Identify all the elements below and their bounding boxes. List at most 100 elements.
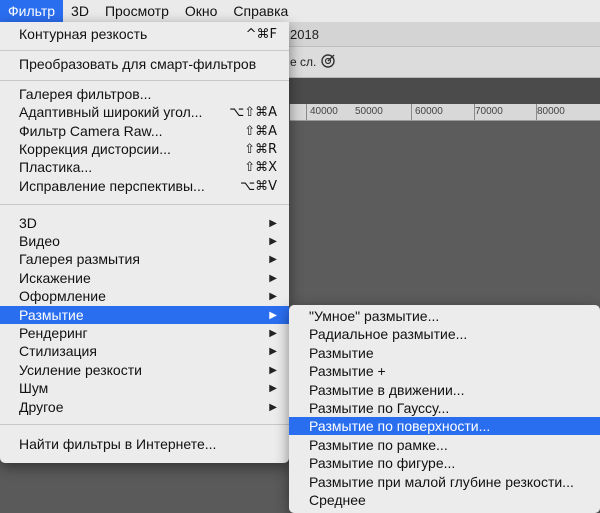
ruler-label: 70000	[475, 106, 503, 117]
submenu-item-box-blur[interactable]: Размытие по рамке...	[289, 436, 600, 454]
submenu-item-average[interactable]: Среднее	[289, 491, 600, 509]
menubar-item-view[interactable]: Просмотр	[97, 0, 177, 22]
menu-item-blur-gallery[interactable]: Галерея размытия ▶	[0, 250, 289, 268]
menu-item-convert-smart-filters[interactable]: Преобразовать для смарт-фильтров	[0, 55, 289, 73]
submenu-item-motion-blur[interactable]: Размытие в движении...	[289, 381, 600, 399]
ruler-label: 80000	[537, 106, 565, 117]
menu-item-distort[interactable]: Искажение ▶	[0, 269, 289, 287]
ruler-tick	[306, 104, 307, 120]
menu-item-shortcut: ⌥⇧⌘A	[229, 104, 277, 120]
menu-item-label: "Умное" размытие...	[309, 308, 440, 324]
ruler-label: 60000	[415, 106, 443, 117]
menu-item-label: Галерея размытия	[19, 251, 140, 267]
menu-item-shortcut: ⇧⌘R	[244, 141, 277, 157]
menu-item-browse-filters-online[interactable]: Найти фильтры в Интернете...	[0, 435, 289, 453]
menubar-item-help[interactable]: Справка	[225, 0, 296, 22]
submenu-item-lens-blur[interactable]: Размытие при малой глубине резкости...	[289, 473, 600, 491]
menubar-item-filter[interactable]: Фильтр	[0, 0, 64, 22]
submenu-arrow-icon: ▶	[269, 327, 277, 339]
menu-item-3d[interactable]: 3D ▶	[0, 214, 289, 232]
menu-item-label: Коррекция дисторсии...	[19, 141, 171, 157]
menu-item-shortcut: ⇧⌘X	[244, 159, 277, 175]
menu-item-stylize[interactable]: Стилизация ▶	[0, 342, 289, 360]
submenu-arrow-icon: ▶	[269, 382, 277, 394]
menu-separator	[0, 50, 289, 51]
submenu-item-shape-blur[interactable]: Размытие по фигуре...	[289, 454, 600, 472]
menu-item-shortcut: ⌥⌘V	[240, 178, 277, 194]
target-icon[interactable]	[320, 53, 336, 69]
menu-item-label: Искажение	[19, 270, 91, 286]
menu-item-label: Фильтр Camera Raw...	[19, 123, 163, 139]
menu-separator	[0, 80, 289, 81]
submenu-item-gaussian-blur[interactable]: Размытие по Гауссу...	[289, 399, 600, 417]
menu-item-label: Размытие в движении...	[309, 382, 465, 398]
submenu-arrow-icon: ▶	[269, 364, 277, 376]
menu-item-sharpen[interactable]: Усиление резкости ▶	[0, 361, 289, 379]
menu-item-liquify[interactable]: Пластика... ⇧⌘X	[0, 158, 289, 176]
menu-item-camera-raw[interactable]: Фильтр Camera Raw... ⇧⌘A	[0, 122, 289, 140]
submenu-arrow-icon: ▶	[269, 401, 277, 413]
menu-item-label: Шум	[19, 380, 49, 396]
submenu-arrow-icon: ▶	[269, 253, 277, 265]
menu-item-label: Адаптивный широкий угол...	[19, 104, 203, 120]
menu-item-label: Найти фильтры в Интернете...	[19, 436, 217, 452]
document-title-fragment: 2018	[290, 27, 319, 42]
menu-item-shortcut: ⇧⌘A	[244, 123, 277, 139]
menu-item-vanishing-point[interactable]: Исправление перспективы... ⌥⌘V	[0, 177, 289, 195]
menu-item-label: Размытие по рамке...	[309, 437, 448, 453]
menu-item-label: Видео	[19, 233, 60, 249]
menu-separator	[0, 204, 289, 205]
menu-item-label: Другое	[19, 399, 64, 415]
menu-item-unsharp-mask[interactable]: Контурная резкость ^⌘F	[0, 25, 289, 43]
options-label: е сл.	[290, 55, 317, 69]
menu-item-label: Галерея фильтров...	[19, 86, 152, 102]
menu-item-label: Преобразовать для смарт-фильтров	[19, 56, 257, 72]
ruler-label: 50000	[355, 106, 383, 117]
menu-item-lens-correction[interactable]: Коррекция дисторсии... ⇧⌘R	[0, 140, 289, 158]
menu-item-label: Контурная резкость	[19, 26, 148, 42]
filter-menu: Контурная резкость ^⌘F Преобразовать для…	[0, 22, 289, 463]
submenu-arrow-icon: ▶	[269, 345, 277, 357]
menu-item-video[interactable]: Видео ▶	[0, 232, 289, 250]
menu-item-label: Рендеринг	[19, 325, 88, 341]
menu-item-filter-gallery[interactable]: Галерея фильтров...	[0, 85, 289, 103]
menu-item-shortcut: ^⌘F	[245, 26, 277, 42]
menu-item-adaptive-wide-angle[interactable]: Адаптивный широкий угол... ⌥⇧⌘A	[0, 103, 289, 121]
menu-item-pixelate[interactable]: Оформление ▶	[0, 287, 289, 305]
menu-bar: Фильтр 3D Просмотр Окно Справка	[0, 0, 600, 22]
menu-item-label: Пластика...	[19, 159, 93, 175]
menu-item-label: Усиление резкости	[19, 362, 142, 378]
submenu-item-blur-more[interactable]: Размытие +	[289, 362, 600, 380]
menu-item-label: Размытие по фигуре...	[309, 455, 456, 471]
menu-item-noise[interactable]: Шум ▶	[0, 379, 289, 397]
submenu-item-smart-blur[interactable]: "Умное" размытие...	[289, 307, 600, 325]
menu-item-label: Стилизация	[19, 343, 97, 359]
menu-item-blur[interactable]: Размытие ▶	[0, 306, 289, 324]
submenu-arrow-icon: ▶	[269, 309, 277, 321]
submenu-item-blur[interactable]: Размытие	[289, 344, 600, 362]
submenu-item-surface-blur[interactable]: Размытие по поверхности...	[289, 417, 600, 435]
menu-item-label: 3D	[19, 215, 37, 231]
menu-item-label: Исправление перспективы...	[19, 178, 205, 194]
submenu-arrow-icon: ▶	[269, 235, 277, 247]
submenu-arrow-icon: ▶	[269, 290, 277, 302]
menubar-item-window[interactable]: Окно	[177, 0, 226, 22]
menu-item-label: Размытие	[19, 307, 84, 323]
menu-item-label: Среднее	[309, 492, 366, 508]
menu-item-label: Размытие по Гауссу...	[309, 400, 450, 416]
menu-item-label: Размытие +	[309, 363, 386, 379]
ruler-label: 40000	[310, 106, 338, 117]
submenu-arrow-icon: ▶	[269, 217, 277, 229]
menu-item-label: Размытие по поверхности...	[309, 418, 491, 434]
submenu-arrow-icon: ▶	[269, 272, 277, 284]
menu-item-label: Размытие	[309, 345, 374, 361]
submenu-item-radial-blur[interactable]: Радиальное размытие...	[289, 325, 600, 343]
menubar-item-3d[interactable]: 3D	[63, 0, 97, 22]
horizontal-ruler: 40000 50000 60000 70000 80000	[290, 104, 600, 121]
ruler-tick	[411, 104, 412, 120]
menu-item-other[interactable]: Другое ▶	[0, 398, 289, 416]
blur-submenu: "Умное" размытие... Радиальное размытие.…	[289, 305, 600, 513]
menu-item-render[interactable]: Рендеринг ▶	[0, 324, 289, 342]
menu-item-label: Радиальное размытие...	[309, 326, 468, 342]
menu-item-label: Размытие при малой глубине резкости...	[309, 474, 574, 490]
